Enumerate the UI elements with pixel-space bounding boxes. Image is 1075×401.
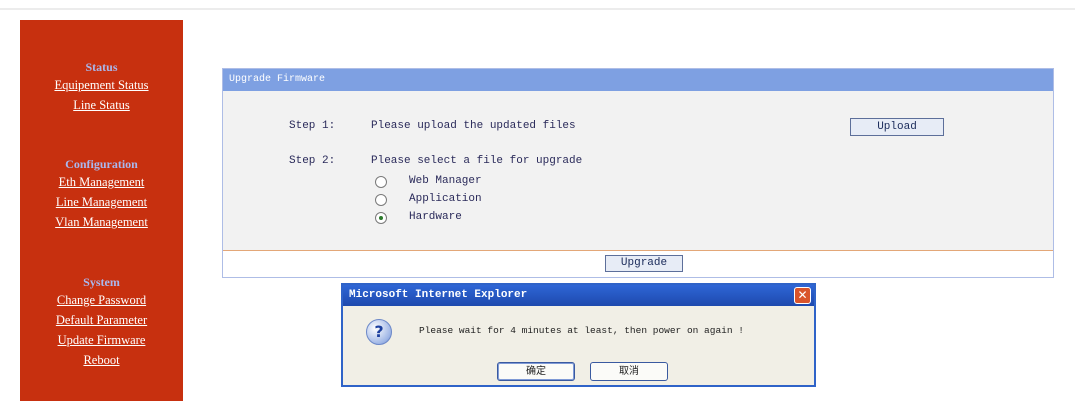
radio-hardware[interactable] bbox=[375, 212, 387, 224]
step1-text: Please upload the updated files bbox=[371, 120, 576, 132]
radio-application[interactable] bbox=[375, 194, 387, 206]
nav-group-system: System Change Password Default Parameter… bbox=[20, 274, 183, 372]
page: Status Equipement Status Line Status Con… bbox=[0, 0, 1075, 401]
nav-link-reboot[interactable]: Reboot bbox=[20, 352, 183, 372]
radio-web-manager[interactable] bbox=[375, 176, 387, 188]
nav-heading-status: Status bbox=[85, 60, 118, 74]
step2-label: Step 2: bbox=[289, 155, 336, 167]
nav-heading-configuration: Configuration bbox=[65, 157, 138, 171]
nav-link-default-parameter[interactable]: Default Parameter bbox=[20, 312, 183, 332]
dialog-title: Microsoft Internet Explorer bbox=[343, 285, 814, 306]
option-label-application: Application bbox=[409, 193, 482, 205]
ok-button[interactable]: 确定 bbox=[497, 362, 575, 381]
nav-link-update-firmware[interactable]: Update Firmware bbox=[20, 332, 183, 352]
upload-button[interactable]: Upload bbox=[850, 118, 944, 136]
nav-link-change-password[interactable]: Change Password bbox=[20, 292, 183, 312]
top-divider bbox=[0, 8, 1075, 10]
confirm-dialog: Microsoft Internet Explorer ✕ ? Please w… bbox=[341, 283, 816, 387]
nav-link-equipment-status[interactable]: Equipement Status bbox=[20, 77, 183, 97]
cancel-button[interactable]: 取消 bbox=[590, 362, 668, 381]
sidebar: Status Equipement Status Line Status Con… bbox=[20, 20, 183, 401]
nav-heading-system: System bbox=[83, 275, 120, 289]
nav-link-vlan-management[interactable]: Vlan Management bbox=[20, 214, 183, 234]
nav-group-configuration: Configuration Eth Management Line Manage… bbox=[20, 156, 183, 234]
nav-link-line-management[interactable]: Line Management bbox=[20, 194, 183, 214]
panel-title: Upgrade Firmware bbox=[223, 69, 1053, 91]
question-icon: ? bbox=[366, 319, 392, 345]
close-icon[interactable]: ✕ bbox=[794, 287, 811, 304]
nav-link-eth-management[interactable]: Eth Management bbox=[20, 174, 183, 194]
step2-text: Please select a file for upgrade bbox=[371, 155, 583, 167]
nav-group-status: Status Equipement Status Line Status bbox=[20, 59, 183, 117]
option-label-web-manager: Web Manager bbox=[409, 175, 482, 187]
upgrade-button[interactable]: Upgrade bbox=[605, 255, 683, 272]
upgrade-firmware-panel: Upgrade Firmware Step 1: Please upload t… bbox=[222, 68, 1054, 278]
nav-link-line-status[interactable]: Line Status bbox=[20, 97, 183, 117]
dialog-message: Please wait for 4 minutes at least, then… bbox=[419, 325, 744, 336]
panel-footer: Upgrade bbox=[223, 250, 1053, 277]
option-label-hardware: Hardware bbox=[409, 211, 462, 223]
step1-label: Step 1: bbox=[289, 120, 336, 132]
